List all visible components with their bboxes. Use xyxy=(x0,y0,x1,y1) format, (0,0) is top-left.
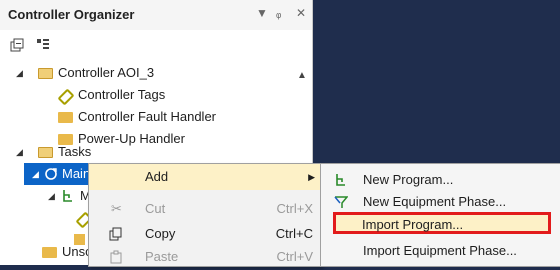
context-menu: Add ▶ ✂ Cut Ctrl+X Copy Ctrl+C Paste Ctr… xyxy=(88,163,322,267)
submenu-item-label: New Program... xyxy=(363,172,454,187)
expand-arrow-icon[interactable]: ◢ xyxy=(16,141,23,163)
tree-label: Controller Fault Handler xyxy=(78,109,217,124)
view-options-icon[interactable] xyxy=(36,38,50,52)
expand-arrow-icon[interactable]: ◢ xyxy=(16,62,23,84)
submenu-item-label: Import Program... xyxy=(362,217,464,232)
expand-arrow-icon[interactable]: ◢ xyxy=(48,185,55,207)
dropdown-icon[interactable]: ▼ xyxy=(256,6,268,20)
submenu-item-new-program[interactable]: New Program... xyxy=(321,168,560,192)
menu-item-cut[interactable]: ✂ Cut Ctrl+X xyxy=(89,196,321,222)
folder-icon xyxy=(58,112,73,123)
panel-toolbar xyxy=(0,30,312,60)
menu-item-paste[interactable]: Paste Ctrl+V xyxy=(89,244,321,270)
scroll-up-icon[interactable]: ▲ xyxy=(297,70,307,81)
menu-item-add[interactable]: Add ▶ xyxy=(89,164,321,190)
tree-item-controller-tags[interactable]: Controller Tags xyxy=(0,84,290,106)
folder-icon xyxy=(38,147,53,158)
pin-icon[interactable]: ᵩ xyxy=(276,6,281,20)
tag-icon xyxy=(57,88,75,106)
submenu-item-label: Import Equipment Phase... xyxy=(363,243,517,258)
panel-title: Controller Organizer xyxy=(8,7,135,22)
menu-shortcut: Ctrl+V xyxy=(276,249,313,264)
program-icon xyxy=(63,190,72,202)
submenu-item-import-program[interactable]: Import Program... xyxy=(333,212,551,234)
paste-icon xyxy=(110,250,122,264)
tree-item-fault-handler[interactable]: Controller Fault Handler xyxy=(0,106,290,128)
tree-label: Tasks xyxy=(58,144,92,159)
program-icon xyxy=(336,174,345,186)
submenu-item-label: New Equipment Phase... xyxy=(363,194,507,209)
panel-titlebar: Controller Organizer ▼ ᵩ ✕ xyxy=(0,0,312,30)
submenu-item-import-phase[interactable]: Import Equipment Phase... xyxy=(321,239,560,263)
menu-item-label: Add xyxy=(145,169,169,184)
tree-label: Controller AOI_3 xyxy=(58,65,155,80)
scissors-icon: ✂ xyxy=(111,201,122,216)
menu-shortcut: Ctrl+X xyxy=(276,201,313,216)
menu-item-label: Paste xyxy=(145,249,179,264)
tree-item-controller[interactable]: ◢ Controller AOI_3 xyxy=(0,62,290,84)
submenu-arrow-icon: ▶ xyxy=(308,172,315,182)
copy-icon xyxy=(109,227,122,241)
folder-icon xyxy=(38,68,53,79)
collapse-all-icon[interactable] xyxy=(10,38,24,52)
task-cycle-icon xyxy=(45,168,57,180)
tree-item-tasks[interactable]: ◢ Tasks xyxy=(0,141,290,163)
tree-item-program-tags[interactable] xyxy=(0,207,93,229)
submenu-item-new-phase[interactable]: New Equipment Phase... xyxy=(321,190,560,214)
tree-label: Controller Tags xyxy=(78,87,166,102)
close-icon[interactable]: ✕ xyxy=(296,6,306,20)
expand-arrow-icon[interactable]: ◢ xyxy=(32,163,39,185)
tree-item-unscheduled[interactable]: Unsch xyxy=(0,241,99,263)
folder-icon xyxy=(42,247,57,258)
equipment-phase-icon xyxy=(334,196,348,208)
menu-item-label: Cut xyxy=(145,201,166,216)
